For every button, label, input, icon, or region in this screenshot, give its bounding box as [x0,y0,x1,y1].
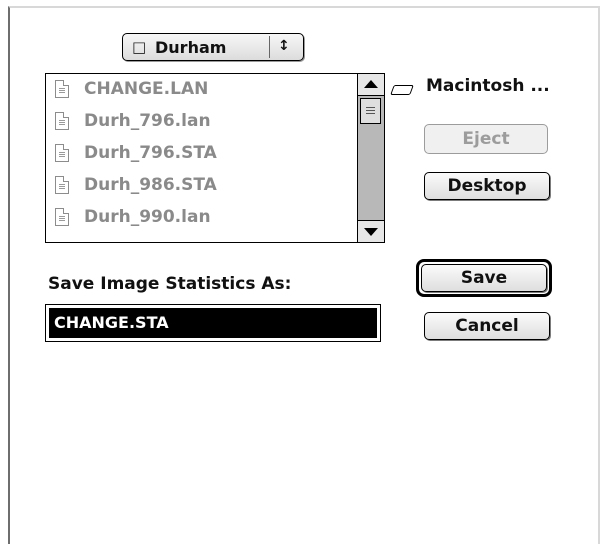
file-row[interactable]: CHANGE.LAN [52,76,352,104]
file-list[interactable]: CHANGE.LAN Durh_796.lan Durh_796.STA Dur… [45,73,385,243]
desktop-button[interactable]: Desktop [424,172,550,200]
scroll-down-arrow-icon[interactable] [358,220,384,242]
document-icon [55,112,69,130]
file-name: Durh_796.lan [84,111,211,131]
file-name: Durh_986.STA [84,175,217,195]
document-icon [55,208,69,226]
volume-name[interactable]: Macintosh ... [426,76,550,96]
document-icon [55,80,69,98]
popup-divider [269,36,270,58]
location-popup-label: Durham [155,38,227,57]
eject-button[interactable]: Eject [424,124,548,154]
save-as-label: Save Image Statistics As: [48,274,292,294]
cancel-button[interactable]: Cancel [424,312,550,340]
hard-disk-icon [390,82,416,96]
document-icon [55,176,69,194]
updown-arrow-icon: ↕ [278,38,290,54]
filename-field[interactable] [45,304,381,342]
file-row[interactable]: Durh_796.lan [52,108,352,136]
vertical-scrollbar[interactable] [357,74,384,242]
file-name: CHANGE.LAN [84,79,209,99]
folder-icon: □ [132,38,147,56]
scroll-thumb[interactable] [360,98,381,124]
file-name: Durh_990.lan [84,207,211,227]
filename-input[interactable] [54,309,364,335]
file-name: Durh_796.STA [84,143,217,163]
location-popup-menu[interactable]: □ Durham ↕ [122,33,304,61]
file-row[interactable]: Durh_796.STA [52,140,352,168]
document-icon [55,144,69,162]
file-list-rows: CHANGE.LAN Durh_796.lan Durh_796.STA Dur… [46,74,356,242]
file-row[interactable]: Durh_986.STA [52,172,352,200]
save-button[interactable]: Save [421,264,547,292]
scroll-up-arrow-icon[interactable] [358,74,384,96]
file-row[interactable]: Durh_990.lan [52,204,352,232]
